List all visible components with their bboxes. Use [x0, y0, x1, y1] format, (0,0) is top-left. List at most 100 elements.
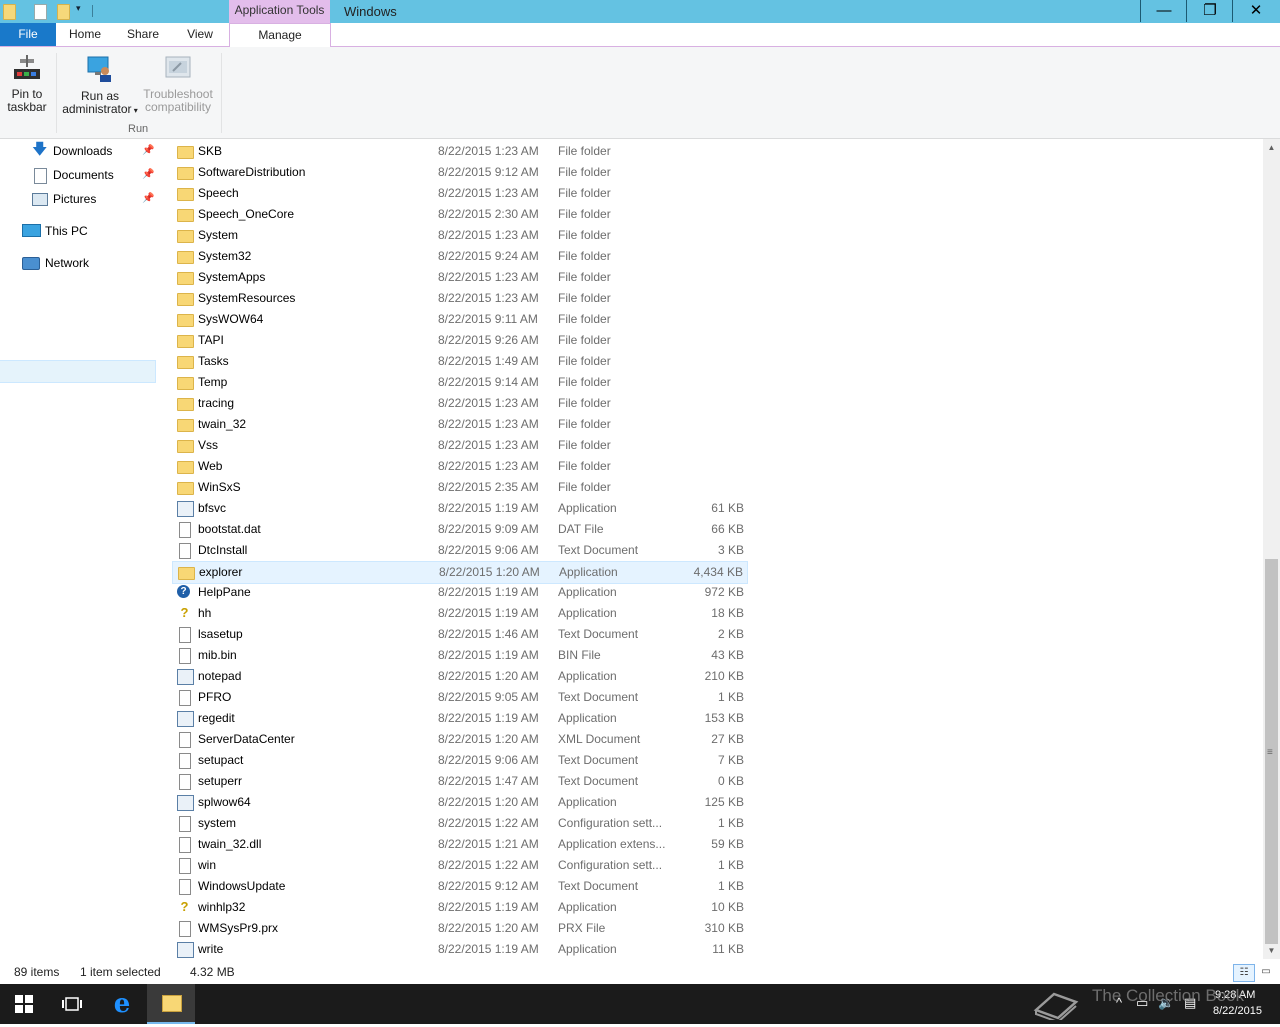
- file-row[interactable]: win 8/22/2015 1:22 AM Configuration sett..…: [172, 855, 748, 876]
- folder-icon[interactable]: [3, 4, 16, 20]
- file-date-modified: 8/22/2015 1:23 AM: [438, 459, 539, 473]
- file-row[interactable]: splwow64 8/22/2015 1:20 AM Application 125 …: [172, 792, 748, 813]
- file-row[interactable]: ? hh 8/22/2015 1:19 AM Application 18 KB: [172, 603, 748, 624]
- file-row[interactable]: PFRO 8/22/2015 9:05 AM Text Document 1 KB: [172, 687, 748, 708]
- run-as-administrator-button[interactable]: Run as administrator ▾: [60, 47, 140, 117]
- file-row[interactable]: DtcInstall 8/22/2015 9:06 AM Text Document…: [172, 540, 748, 561]
- file-size: 7 KB: [717, 753, 744, 767]
- tab-home[interactable]: Home: [56, 23, 114, 46]
- file-row[interactable]: Tasks 8/22/2015 1:49 AM File folder: [172, 351, 748, 372]
- file-date-modified: 8/22/2015 1:19 AM: [438, 648, 539, 662]
- file-row[interactable]: SystemApps 8/22/2015 1:23 AM File folder: [172, 267, 748, 288]
- file-row[interactable]: setuperr 8/22/2015 1:47 AM Text Document 0 …: [172, 771, 748, 792]
- properties-icon[interactable]: [34, 4, 47, 20]
- nav-item-documents[interactable]: Documents 📌: [32, 164, 156, 186]
- tab-share[interactable]: Share: [114, 23, 172, 46]
- edge-browser-icon[interactable]: e: [98, 984, 146, 1024]
- file-row[interactable]: WindowsUpdate 8/22/2015 9:12 AM Text Docum…: [172, 876, 748, 897]
- file-row[interactable]: SysWOW64 8/22/2015 9:11 AM File folder: [172, 309, 748, 330]
- vertical-scrollbar[interactable]: ▲ ≡ ▼: [1263, 139, 1280, 959]
- file-row[interactable]: regedit 8/22/2015 1:19 AM Application 153 K…: [172, 708, 748, 729]
- file-name: splwow64: [198, 795, 251, 809]
- file-size: 0 KB: [717, 774, 744, 788]
- file-row[interactable]: notepad 8/22/2015 1:20 AM Application 210 K…: [172, 666, 748, 687]
- file-size: 1 KB: [717, 858, 744, 872]
- file-name: lsasetup: [198, 627, 243, 641]
- file-row[interactable]: SystemResources 8/22/2015 1:23 AM File fol…: [172, 288, 748, 309]
- run-as-admin-icon: [87, 56, 111, 82]
- file-explorer-taskbar-button[interactable]: [147, 984, 195, 1024]
- file-date-modified: 8/22/2015 1:20 AM: [438, 669, 539, 683]
- file-row[interactable]: twain_32.dll 8/22/2015 1:21 AM Application…: [172, 834, 748, 855]
- file-name: explorer: [199, 565, 243, 579]
- file-name: tracing: [198, 396, 235, 410]
- dropdown-arrow-icon[interactable]: ▾: [132, 106, 138, 115]
- file-row[interactable]: Temp 8/22/2015 9:14 AM File folder: [172, 372, 748, 393]
- scroll-up-arrow-icon[interactable]: ▲: [1263, 139, 1280, 156]
- file-row[interactable]: ? HelpPane 8/22/2015 1:19 AM Application 972…: [172, 582, 748, 603]
- details-view-icon[interactable]: ☷: [1233, 964, 1255, 982]
- file-row[interactable]: lsasetup 8/22/2015 1:46 AM Text Document 2 …: [172, 624, 748, 645]
- nav-item-this-pc[interactable]: This PC: [22, 220, 156, 242]
- tab-view[interactable]: View: [172, 23, 228, 46]
- file-name: HelpPane: [198, 585, 251, 599]
- pin-to-taskbar-button[interactable]: Pin to taskbar: [4, 47, 50, 114]
- file-type: Text Document: [558, 627, 639, 641]
- file-row[interactable]: Speech_OneCore 8/22/2015 2:30 AM File fold…: [172, 204, 748, 225]
- file-row[interactable]: WinSxS 8/22/2015 2:35 AM File folder: [172, 477, 748, 498]
- file-row[interactable]: SKB 8/22/2015 1:23 AM File folder: [172, 141, 748, 162]
- large-icons-view-icon[interactable]: ▭: [1257, 964, 1275, 980]
- file-row[interactable]: System 8/22/2015 1:23 AM File folder: [172, 225, 748, 246]
- file-row[interactable]: bfsvc 8/22/2015 1:19 AM Application 61 KB: [172, 498, 748, 519]
- close-button[interactable]: ✕: [1232, 0, 1279, 22]
- quick-access-dropdown-icon[interactable]: ▾: [76, 3, 81, 14]
- file-row[interactable]: write 8/22/2015 1:19 AM Application 11 KB: [172, 939, 748, 960]
- file-row[interactable]: ? winhlp32 8/22/2015 1:19 AM Application 10 …: [172, 897, 748, 918]
- file-type: Text Document: [558, 753, 639, 767]
- file-row[interactable]: System32 8/22/2015 9:24 AM File folder: [172, 246, 748, 267]
- file-row[interactable]: TAPI 8/22/2015 9:26 AM File folder: [172, 330, 748, 351]
- task-view-button[interactable]: [48, 984, 96, 1024]
- file-row[interactable]: tracing 8/22/2015 1:23 AM File folder: [172, 393, 748, 414]
- run-as-administrator-label-2: administrator: [62, 102, 132, 116]
- file-date-modified: 8/22/2015 1:19 AM: [438, 501, 539, 515]
- file-name: DtcInstall: [198, 543, 248, 557]
- file-row[interactable]: WMSysPr9.prx 8/22/2015 1:20 AM PRX File 310…: [172, 918, 748, 939]
- new-folder-icon[interactable]: [57, 4, 70, 20]
- nav-item-pictures[interactable]: Pictures 📌: [32, 188, 156, 210]
- scroll-down-arrow-icon[interactable]: ▼: [1263, 942, 1280, 959]
- file-row[interactable]: twain_32 8/22/2015 1:23 AM File folder: [172, 414, 748, 435]
- tab-file[interactable]: File: [0, 23, 56, 46]
- window-title: Windows: [344, 4, 397, 19]
- minimize-button[interactable]: —: [1140, 0, 1187, 22]
- file-row[interactable]: ServerDataCenter 8/22/2015 1:20 AM XML Doc…: [172, 729, 748, 750]
- file-type: File folder: [558, 165, 611, 179]
- file-row[interactable]: system 8/22/2015 1:22 AM Configuration set…: [172, 813, 748, 834]
- file-name: winhlp32: [198, 900, 246, 914]
- file-row[interactable]: Speech 8/22/2015 1:23 AM File folder: [172, 183, 748, 204]
- troubleshoot-compatibility-button[interactable]: Troubleshoot compatibility: [140, 47, 216, 114]
- file-date-modified: 8/22/2015 9:09 AM: [438, 522, 539, 536]
- restore-button[interactable]: ❐: [1186, 0, 1233, 22]
- network-icon: [22, 257, 40, 270]
- file-row[interactable]: mib.bin 8/22/2015 1:19 AM BIN File 43 KB: [172, 645, 748, 666]
- file-row[interactable]: SoftwareDistribution 8/22/2015 9:12 AM Fil…: [172, 162, 748, 183]
- file-row[interactable]: setupact 8/22/2015 9:06 AM Text Document 7 …: [172, 750, 748, 771]
- file-size: 153 KB: [704, 711, 744, 725]
- file-row[interactable]: Web 8/22/2015 1:23 AM File folder: [172, 456, 748, 477]
- title-bar[interactable]: ▾ Application Tools Windows — ❐ ✕: [0, 0, 1280, 23]
- start-button[interactable]: [0, 984, 48, 1024]
- file-row[interactable]: bootstat.dat 8/22/2015 9:09 AM DAT File 66 …: [172, 519, 748, 540]
- file-date-modified: 8/22/2015 1:23 AM: [438, 417, 539, 431]
- nav-item-downloads[interactable]: 🡇 Downloads 📌: [32, 140, 156, 162]
- file-type: XML Document: [558, 732, 641, 746]
- file-name: Web: [198, 459, 223, 473]
- nav-item-network[interactable]: Network: [22, 252, 156, 274]
- file-row[interactable]: explorer 8/22/2015 1:20 AM Application 4,43…: [172, 561, 748, 584]
- clock-date[interactable]: 8/22/2015: [1213, 1005, 1262, 1017]
- file-name: notepad: [198, 669, 242, 683]
- download-arrow-icon: 🡇: [32, 141, 48, 158]
- file-icon: [179, 816, 191, 832]
- file-row[interactable]: Vss 8/22/2015 1:23 AM File folder: [172, 435, 748, 456]
- tab-manage[interactable]: Manage: [229, 23, 331, 47]
